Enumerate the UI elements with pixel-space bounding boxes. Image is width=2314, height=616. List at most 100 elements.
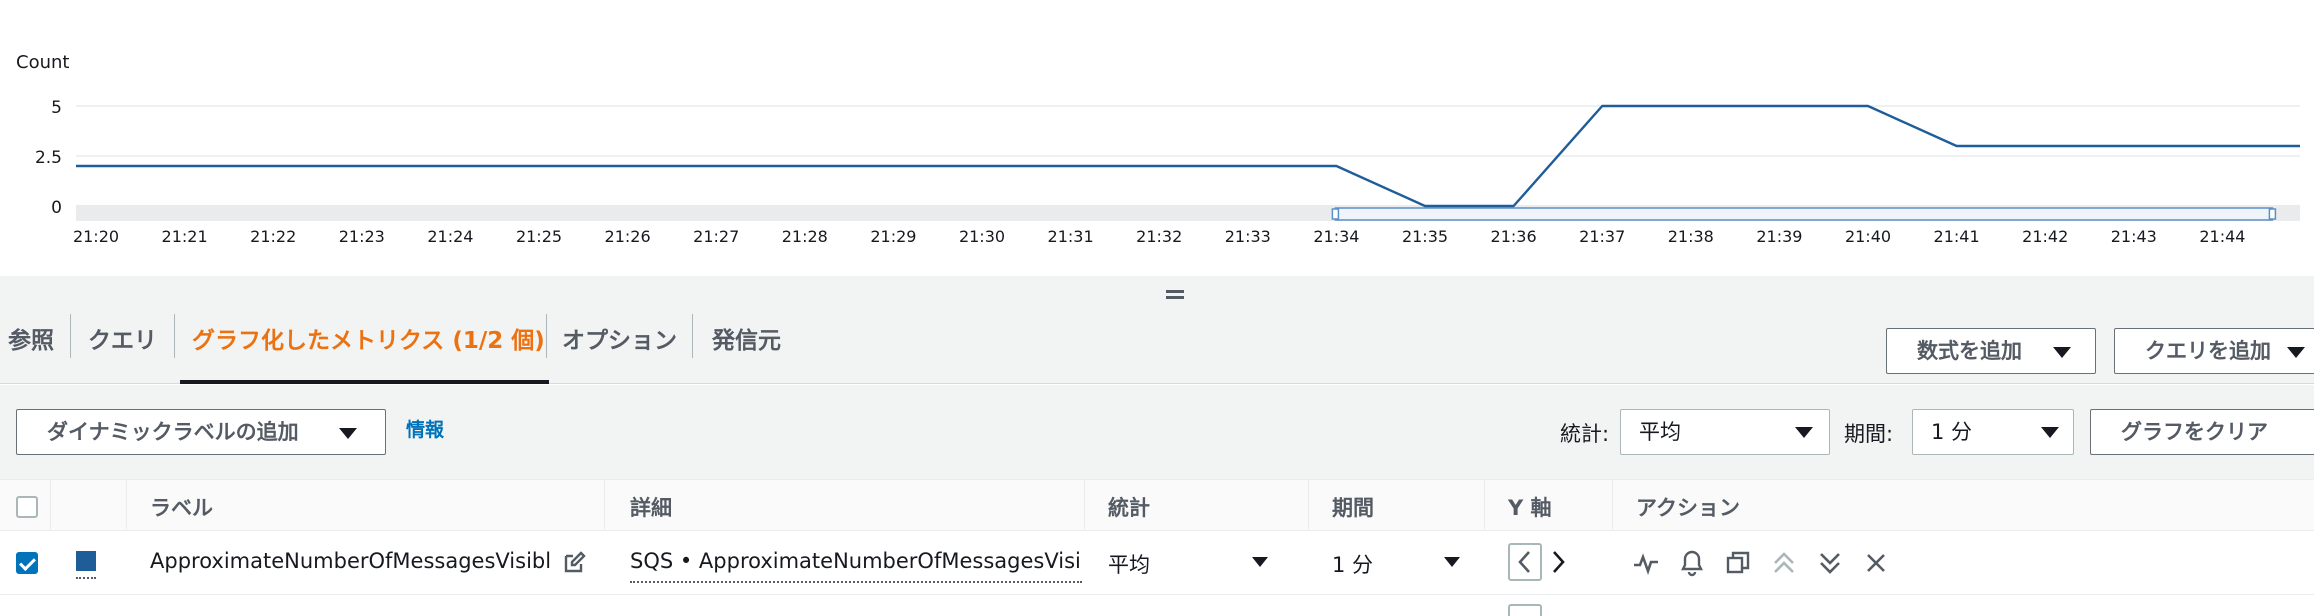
drag-handle-icon[interactable] [1166,290,1184,293]
y-tick-label: 5 [51,98,62,118]
clear-graph-button[interactable]: グラフをクリア [2090,409,2314,455]
metrics-tab-bar: 参照 クエリ グラフ化したメトリクス (1/2 個) オプション 発信元 数式を… [0,300,2314,384]
x-tick-label: 21:32 [1136,227,1182,246]
column-header-period[interactable]: 期間 [1332,492,1374,522]
x-tick-label: 21:39 [1756,227,1802,246]
tab-source[interactable]: 発信元 [712,318,781,368]
active-tab-indicator [180,380,549,384]
tab-query[interactable]: クエリ [88,318,157,368]
tab-divider [174,314,175,358]
select-all-checkbox[interactable] [16,496,38,518]
y-axis-left-icon[interactable] [1508,543,1542,581]
x-tick-label: 21:35 [1402,227,1448,246]
x-tick-label: 21:42 [2022,227,2068,246]
caret-down-icon [2041,427,2059,438]
edit-icon[interactable] [562,551,586,575]
tab-divider [70,314,71,358]
metrics-table-header: ラベル 詳細 統計 期間 Y 軸 アクション [0,479,2314,532]
tab-options[interactable]: オプション [562,318,677,368]
x-tick-label: 21:33 [1225,227,1271,246]
move-up-icon[interactable] [1770,549,1798,577]
move-down-icon[interactable] [1816,549,1844,577]
x-tick-label: 21:28 [782,227,828,246]
metric-details[interactable]: SQS • ApproximateNumberOfMessagesVisible [630,549,1082,583]
y-axis-right-icon[interactable] [1546,543,1572,581]
x-tick-label: 21:41 [1934,227,1980,246]
caret-down-icon [2053,347,2071,358]
y-tick-label: 2.5 [35,148,62,168]
column-divider [1612,480,1613,532]
x-tick-label: 21:25 [516,227,562,246]
x-tick-label: 21:26 [605,227,651,246]
range-selector [1334,207,2274,221]
x-tick-label: 21:40 [1845,227,1891,246]
tab-divider [692,314,693,358]
period-select-value: 1 分 [1931,420,1973,444]
add-math-button[interactable]: 数式を追加 [1886,328,2096,374]
x-tick-label: 21:44 [2199,227,2245,246]
metric-label: ApproximateNumberOfMessagesVisible [150,549,550,573]
column-header-actions: アクション [1636,496,1740,520]
column-divider [1484,480,1485,532]
table-row [0,596,2314,616]
statistic-select-value: 平均 [1639,420,1681,444]
create-alarm-bell-icon[interactable] [1678,547,1706,577]
row-statistic-value[interactable]: 平均 [1108,549,1150,579]
add-math-label: 数式を追加 [1917,339,2022,363]
tab-graphed-metrics[interactable]: グラフ化したメトリクス (1/2 個) [192,318,545,368]
statistic-label: 統計: [1560,422,1610,446]
x-tick-label: 21:38 [1668,227,1714,246]
caret-down-icon[interactable] [1252,557,1268,567]
x-tick-label: 21:43 [2111,227,2157,246]
tab-browse[interactable]: 参照 [8,318,54,368]
x-tick-label: 21:27 [693,227,739,246]
series-color-swatch[interactable] [76,551,96,571]
row-period-value[interactable]: 1 分 [1332,549,1373,579]
column-divider [50,480,51,532]
caret-down-icon [339,428,357,439]
clear-graph-label: グラフをクリア [2121,420,2268,444]
column-header-y-axis[interactable]: Y 軸 [1508,492,1552,522]
range-handle-left [1331,208,1340,220]
remove-metric-icon[interactable] [1862,549,1890,577]
column-divider [1308,480,1309,532]
add-query-label: クエリを追加 [2145,339,2271,363]
x-tick-label: 21:24 [427,227,473,246]
add-dynamic-label-text: ダイナミックラベルの追加 [47,420,299,444]
column-divider [604,480,605,532]
swatch-underline [76,577,96,579]
add-query-button[interactable]: クエリを追加 [2114,328,2314,374]
caret-down-icon [2287,347,2305,358]
row-checkbox[interactable] [16,552,38,574]
duplicate-icon[interactable] [1724,549,1752,577]
y-axis-left-icon[interactable] [1508,604,1542,616]
caret-down-icon [1795,427,1813,438]
info-link[interactable]: 情報 [406,415,444,442]
range-handle-right [2268,208,2277,220]
column-divider [126,480,127,532]
x-tick-label: 21:36 [1491,227,1537,246]
x-tick-label: 21:31 [1048,227,1094,246]
x-tick-label: 21:34 [1313,227,1359,246]
x-tick-label: 21:29 [870,227,916,246]
x-tick-label: 21:21 [162,227,208,246]
table-row: ApproximateNumberOfMessagesVisible SQS •… [0,531,2314,595]
column-header-statistic[interactable]: 統計 [1108,492,1150,522]
x-tick-label: 21:30 [959,227,1005,246]
column-header-label[interactable]: ラベル [150,492,213,522]
column-header-details[interactable]: 詳細 [630,492,672,522]
graphed-metrics-toolbar: ダイナミックラベルの追加 情報 統計: 平均 期間: 1 分 グラフをクリア [0,385,2314,479]
x-tick-label: 21:37 [1579,227,1625,246]
period-select[interactable]: 1 分 [1912,409,2074,455]
period-label: 期間: [1844,422,1894,446]
graph-this-metric-icon[interactable] [1632,549,1660,577]
x-tick-label: 21:22 [250,227,296,246]
caret-down-icon[interactable] [1444,557,1460,567]
metric-graph: Count 5 2.5 0 21:20 21:21 21:22 21:23 21:24 21:2… [0,0,2314,276]
y-tick-label: 0 [51,198,62,218]
x-tick-label: 21:20 [73,227,119,246]
statistic-select[interactable]: 平均 [1620,409,1830,455]
line-chart[interactable]: 5 2.5 0 21:20 21:21 21:22 21:23 21:24 21:25 21:26… [0,0,2314,276]
tab-divider [546,314,547,358]
add-dynamic-label-button[interactable]: ダイナミックラベルの追加 [16,409,386,455]
